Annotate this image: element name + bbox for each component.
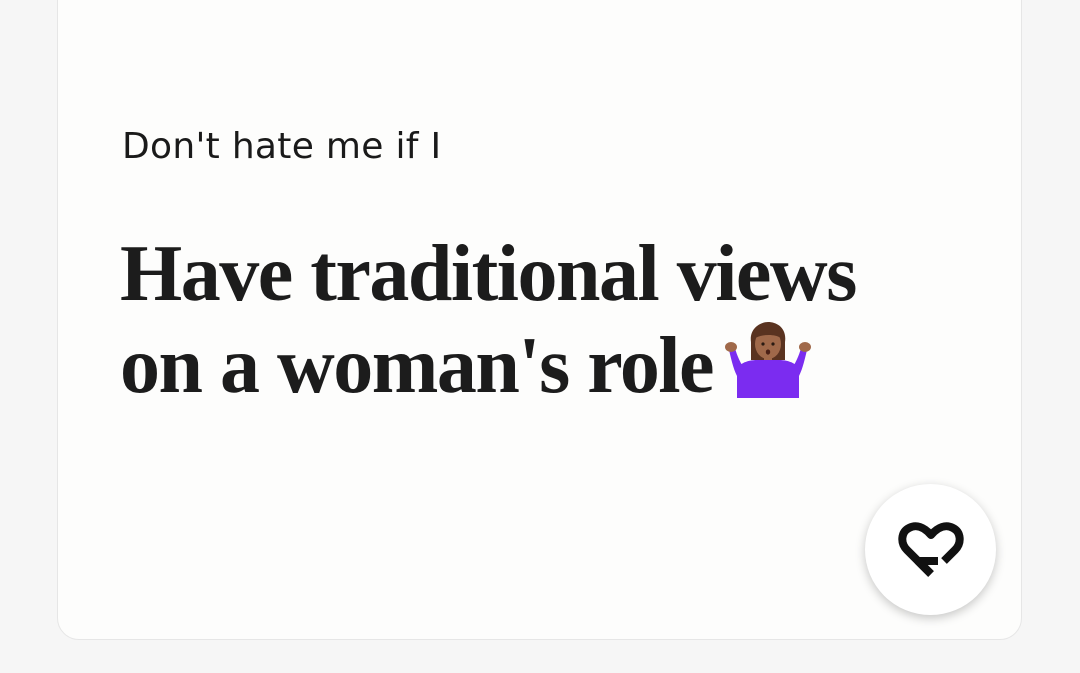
person-shrugging-icon <box>725 322 812 398</box>
prompt-answer-block: Have traditional views on a woman's role <box>120 228 940 412</box>
prompt-label: Don't hate me if I <box>122 126 442 167</box>
heart-icon <box>897 521 964 577</box>
like-button[interactable] <box>865 484 996 615</box>
